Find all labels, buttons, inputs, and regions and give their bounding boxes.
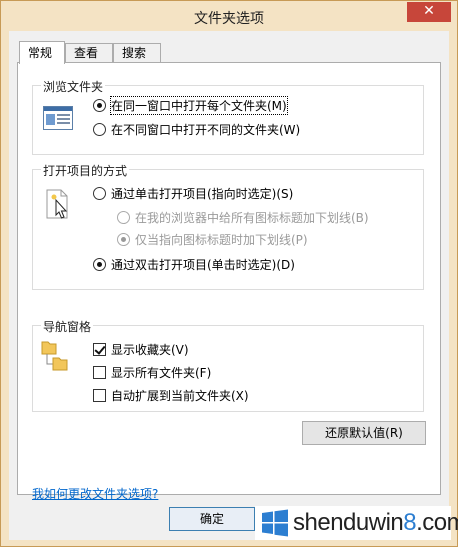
browse-folders-icon: [43, 106, 73, 130]
watermark-highlight: 8: [403, 509, 417, 536]
show-all-folders-label: 显示所有文件夹(F): [111, 366, 212, 380]
underline-always-label: 在我的浏览器中给所有图标标题加下划线(B): [135, 211, 369, 225]
same-window-label: 在同一窗口中打开每个文件夹(M): [110, 96, 288, 115]
new-window-radio[interactable]: [93, 123, 106, 136]
watermark-prefix: shenduwin: [293, 509, 404, 536]
single-click-radio[interactable]: [93, 187, 106, 200]
title-bar[interactable]: 文件夹选项 ✕: [1, 1, 457, 31]
new-window-label: 在不同窗口中打开不同的文件夹(W): [111, 123, 301, 137]
pointer-icon: [45, 188, 73, 222]
auto-expand-label: 自动扩展到当前文件夹(X): [111, 389, 249, 403]
double-click-option[interactable]: 通过双击打开项目(单击时选定)(D): [93, 256, 295, 273]
underline-always-radio: [117, 211, 130, 224]
show-all-folders-checkbox[interactable]: [93, 366, 106, 379]
new-window-option[interactable]: 在不同窗口中打开不同的文件夹(W): [93, 121, 300, 138]
navigation-pane-label: 导航窗格: [41, 318, 94, 335]
auto-expand-option[interactable]: 自动扩展到当前文件夹(X): [93, 387, 249, 404]
show-favorites-option[interactable]: 显示收藏夹(V): [93, 341, 189, 358]
dialog-client: 常规 查看 搜索 浏览文件夹 在同一窗口中打开每个文件夹(M) 在不同窗口中打开…: [9, 31, 449, 540]
close-button[interactable]: ✕: [407, 2, 451, 22]
navigation-pane-group: 导航窗格 显示收藏夹(V) 显示所有文件夹(F) 自动扩展到当前文件夹(X): [32, 318, 424, 412]
underline-hover-option: 仅当指向图标标题时加下划线(P): [117, 231, 308, 248]
same-window-option[interactable]: 在同一窗口中打开每个文件夹(M): [93, 96, 288, 115]
windows-logo-icon: [261, 509, 289, 537]
underline-always-option: 在我的浏览器中给所有图标标题加下划线(B): [117, 209, 369, 226]
site-watermark: shenduwin8.com: [255, 506, 458, 540]
folder-tree-icon: [41, 340, 69, 380]
window-title: 文件夹选项: [194, 11, 264, 27]
show-favorites-label: 显示收藏夹(V): [111, 343, 189, 357]
tab-panel-general: 浏览文件夹 在同一窗口中打开每个文件夹(M) 在不同窗口中打开不同的文件夹(W)…: [17, 62, 441, 501]
watermark-suffix: .com: [416, 509, 458, 536]
tab-search[interactable]: 搜索: [113, 43, 161, 63]
single-click-option[interactable]: 通过单击打开项目(指向时选定)(S): [93, 185, 293, 202]
browse-folders-label: 浏览文件夹: [41, 78, 106, 95]
underline-hover-radio: [117, 233, 130, 246]
ok-button[interactable]: 确定: [169, 507, 255, 531]
close-icon: ✕: [423, 3, 435, 19]
click-items-group: 打开项目的方式 通过单击打开项目(指向时选定)(S) 在我的浏览器中给所有图标标…: [32, 162, 424, 290]
same-window-radio[interactable]: [93, 99, 106, 112]
help-link[interactable]: 我如何更改文件夹选项?: [32, 485, 158, 502]
folder-options-window: 文件夹选项 ✕ 常规 查看 搜索 浏览文件夹 在同一窗口中打开每个文件夹(M) …: [0, 0, 458, 547]
single-click-label: 通过单击打开项目(指向时选定)(S): [111, 187, 294, 201]
show-favorites-checkbox[interactable]: [93, 343, 106, 356]
double-click-label: 通过双击打开项目(单击时选定)(D): [111, 258, 295, 272]
click-items-label: 打开项目的方式: [41, 162, 130, 179]
underline-hover-label: 仅当指向图标标题时加下划线(P): [135, 233, 308, 247]
auto-expand-checkbox[interactable]: [93, 389, 106, 402]
tab-view[interactable]: 查看: [65, 43, 113, 63]
watermark-text: shenduwin8.com: [293, 509, 458, 537]
double-click-radio[interactable]: [93, 258, 106, 271]
browse-folders-group: 浏览文件夹 在同一窗口中打开每个文件夹(M) 在不同窗口中打开不同的文件夹(W): [32, 78, 424, 155]
show-all-folders-option[interactable]: 显示所有文件夹(F): [93, 364, 211, 381]
restore-defaults-button[interactable]: 还原默认值(R): [302, 421, 426, 445]
tab-general[interactable]: 常规: [19, 41, 65, 64]
